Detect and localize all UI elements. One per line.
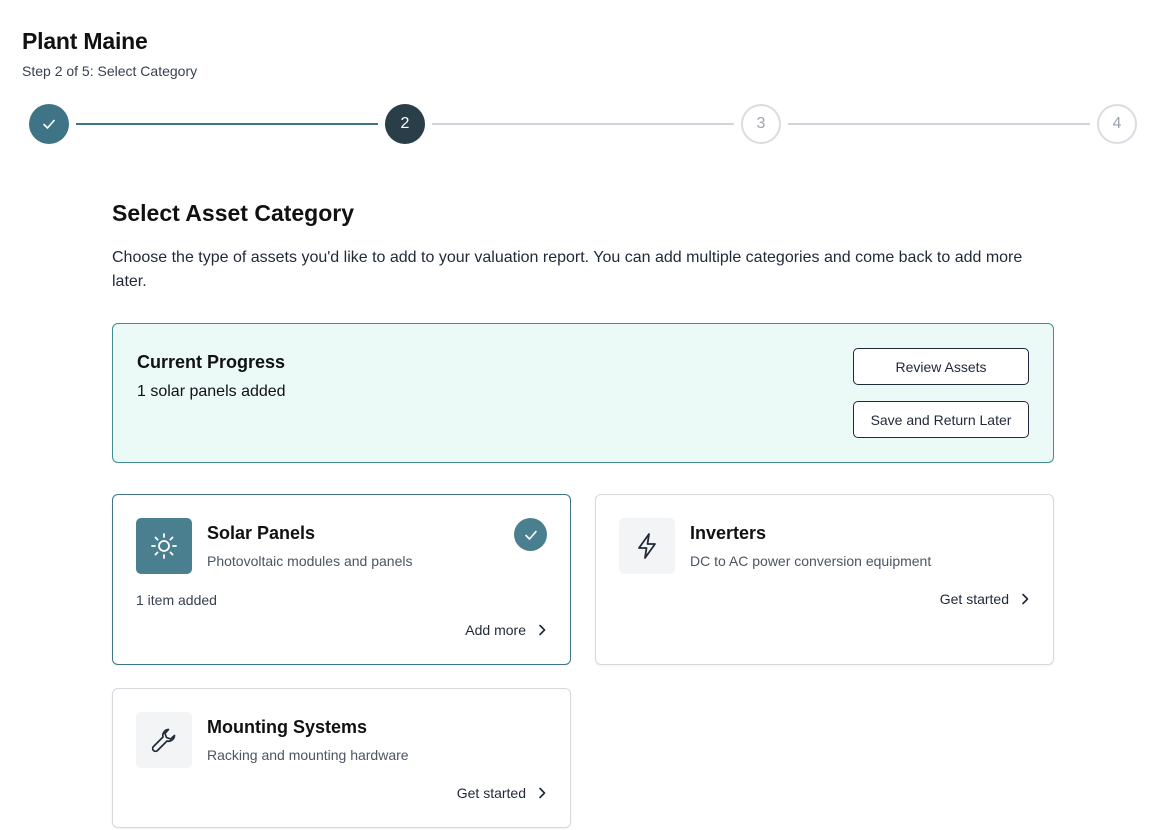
- chevron-right-icon: [1022, 593, 1029, 605]
- add-more-link[interactable]: Add more: [465, 622, 548, 638]
- category-card-mounting-systems[interactable]: Mounting Systems Racking and mounting ha…: [112, 688, 571, 828]
- category-card-solar-panels[interactable]: Solar Panels Photovoltaic modules and pa…: [112, 494, 571, 665]
- step-connector-1: [76, 123, 378, 125]
- selected-check-icon: [514, 518, 547, 551]
- get-started-label: Get started: [456, 785, 526, 801]
- step-1-completed[interactable]: [29, 104, 69, 144]
- step-connector-2: [432, 123, 734, 125]
- add-more-label: Add more: [465, 622, 526, 638]
- step-connector-3: [788, 123, 1090, 125]
- get-started-label: Get started: [939, 591, 1009, 607]
- review-assets-button[interactable]: Review Assets: [853, 348, 1029, 385]
- items-added-count: 1 item added: [136, 592, 217, 608]
- card-description: Racking and mounting hardware: [207, 747, 409, 763]
- card-title: Solar Panels: [207, 523, 316, 543]
- step-2-current[interactable]: 2: [385, 104, 425, 144]
- checkmark-icon: [43, 119, 55, 129]
- card-description: DC to AC power conversion equipment: [690, 553, 932, 569]
- wrench-icon: [136, 712, 192, 768]
- progress-summary: 1 solar panels added: [137, 383, 286, 400]
- section-description: Choose the type of assets you'd like to …: [112, 249, 1023, 290]
- card-title: Inverters: [690, 523, 767, 543]
- get-started-link[interactable]: Get started: [457, 785, 548, 801]
- page-subtitle: Step 2 of 5: Select Category: [22, 63, 198, 79]
- chevron-right-icon: [539, 787, 546, 799]
- lightning-icon: [619, 518, 675, 574]
- save-and-return-button[interactable]: Save and Return Later: [853, 401, 1029, 438]
- sun-icon: [136, 518, 192, 574]
- chevron-right-icon: [539, 624, 546, 636]
- page-title: Plant Maine: [22, 28, 148, 54]
- current-progress-panel: Current Progress 1 solar panels added Re…: [112, 323, 1054, 463]
- section-title: Select Asset Category: [112, 200, 355, 226]
- card-title: Mounting Systems: [207, 717, 368, 737]
- category-card-inverters[interactable]: Inverters DC to AC power conversion equi…: [595, 494, 1054, 665]
- step-3[interactable]: 3: [741, 104, 781, 144]
- progress-title: Current Progress: [137, 352, 286, 372]
- progress-stepper: 2 3 4: [0, 104, 1158, 144]
- step-4[interactable]: 4: [1097, 104, 1137, 144]
- card-description: Photovoltaic modules and panels: [207, 553, 413, 569]
- get-started-link[interactable]: Get started: [940, 591, 1031, 607]
